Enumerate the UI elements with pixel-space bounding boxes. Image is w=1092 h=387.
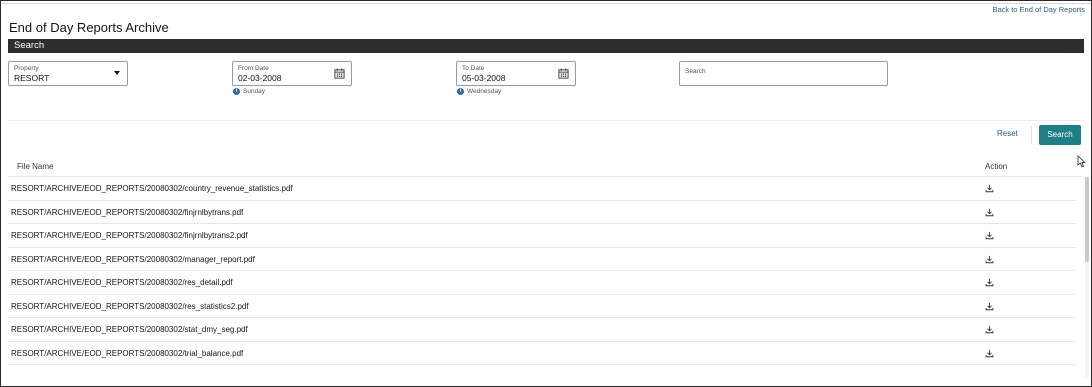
from-date-day: Sunday: [243, 88, 266, 95]
table-row: RESORT/ARCHIVE/EOD_REPORTS/20080302/finj…: [8, 224, 1076, 248]
search-input-label: Search: [685, 68, 706, 75]
mouse-cursor-icon: [1077, 155, 1086, 168]
download-icon[interactable]: [985, 255, 994, 264]
page-frame: Back to End of Day Reports End of Day Re…: [0, 0, 1092, 387]
file-name: RESORT/ARCHIVE/EOD_REPORTS/20080302/stat…: [11, 325, 248, 334]
download-icon[interactable]: [985, 231, 994, 240]
column-header-file-name[interactable]: File Name: [17, 162, 53, 171]
from-date-value: 02-03-2008: [238, 73, 282, 83]
reset-button[interactable]: Reset: [997, 129, 1018, 138]
download-icon[interactable]: [985, 208, 994, 217]
table-row: RESORT/ARCHIVE/EOD_REPORTS/20080302/mana…: [8, 248, 1076, 271]
file-name: RESORT/ARCHIVE/EOD_REPORTS/20080302/finj…: [11, 231, 248, 240]
from-date-label: From Date: [238, 65, 269, 72]
to-date-value: 05-03-2008: [462, 73, 506, 83]
from-date-field[interactable]: From Date 02-03-2008: [232, 61, 352, 86]
download-icon[interactable]: [985, 302, 994, 311]
download-icon[interactable]: [985, 278, 994, 287]
file-name: RESORT/ARCHIVE/EOD_REPORTS/20080302/tria…: [11, 348, 244, 358]
table-row: RESORT/ARCHIVE/EOD_REPORTS/20080302/tria…: [8, 342, 1076, 365]
to-date-label: To Date: [462, 65, 485, 72]
file-name: RESORT/ARCHIVE/EOD_REPORTS/20080302/res_…: [11, 278, 233, 287]
property-label: Property: [14, 65, 39, 72]
button-separator: [1031, 126, 1032, 144]
table-row: RESORT/ARCHIVE/EOD_REPORTS/20080302/res_…: [8, 271, 1076, 295]
section-divider: [8, 120, 1084, 121]
table-row: RESORT/ARCHIVE/EOD_REPORTS/20080302/stat…: [8, 318, 1076, 342]
chevron-down-icon: [114, 71, 120, 75]
file-name: RESORT/ARCHIVE/EOD_REPORTS/20080302/coun…: [11, 184, 293, 193]
file-name: RESORT/ARCHIVE/EOD_REPORTS/20080302/finj…: [11, 207, 244, 217]
scrollbar-thumb[interactable]: [1085, 177, 1089, 262]
column-header-action: Action: [985, 162, 1008, 171]
download-icon[interactable]: [985, 184, 994, 193]
from-date-hint: i Sunday: [233, 88, 265, 95]
table-row: RESORT/ARCHIVE/EOD_REPORTS/20080302/finj…: [8, 201, 1076, 224]
table-row: RESORT/ARCHIVE/EOD_REPORTS/20080302/coun…: [8, 177, 1076, 201]
back-to-eod-reports-link[interactable]: Back to End of Day Reports: [992, 5, 1085, 14]
search-input[interactable]: Search: [679, 61, 888, 86]
property-select[interactable]: Property RESORT: [8, 61, 128, 86]
file-name: RESORT/ARCHIVE/EOD_REPORTS/20080302/mana…: [11, 254, 255, 264]
download-icon[interactable]: [985, 325, 994, 334]
top-divider: [1, 3, 1091, 4]
info-icon: i: [233, 88, 240, 95]
calendar-icon[interactable]: [558, 68, 569, 79]
file-list: RESORT/ARCHIVE/EOD_REPORTS/20080302/coun…: [8, 177, 1076, 365]
search-section-header: Search: [8, 39, 1084, 53]
table-row: RESORT/ARCHIVE/EOD_REPORTS/20080302/res_…: [8, 295, 1076, 318]
search-button[interactable]: Search: [1039, 125, 1081, 145]
property-value: RESORT: [14, 73, 50, 83]
to-date-day: Wednesday: [467, 88, 502, 95]
download-icon[interactable]: [985, 349, 994, 358]
page-title: End of Day Reports Archive: [9, 20, 169, 35]
to-date-field[interactable]: To Date 05-03-2008: [456, 61, 576, 86]
to-date-hint: i Wednesday: [457, 88, 501, 95]
info-icon: i: [457, 88, 464, 95]
calendar-icon[interactable]: [334, 68, 345, 79]
file-name: RESORT/ARCHIVE/EOD_REPORTS/20080302/res_…: [11, 301, 249, 311]
